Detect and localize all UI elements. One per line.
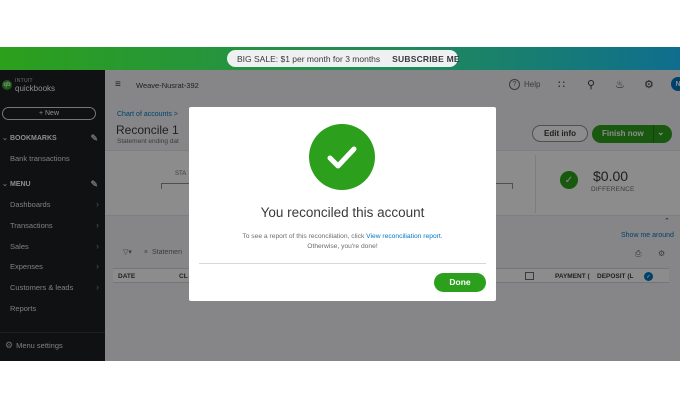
dialog-message-suffix: . xyxy=(440,233,443,240)
dialog-message: To see a report of this reconciliation, … xyxy=(189,232,496,252)
success-check-icon xyxy=(309,124,375,190)
dialog-message-prefix: To see a report of this reconciliation, … xyxy=(242,233,367,240)
dialog-divider xyxy=(199,263,486,264)
promo-pill[interactable]: BIG SALE: $1 per month for 3 months SUBS… xyxy=(227,50,460,67)
view-reconciliation-report-link[interactable]: View reconciliation report xyxy=(366,233,441,240)
dialog-message-line-2: Otherwise, you're done! xyxy=(307,243,378,250)
promo-text: BIG SALE: $1 per month for 3 months xyxy=(237,53,381,64)
reconcile-success-dialog: You reconciled this account To see a rep… xyxy=(189,107,496,301)
dialog-title: You reconciled this account xyxy=(260,205,425,220)
app-root: BIG SALE: $1 per month for 3 months SUBS… xyxy=(0,0,680,409)
dialog-message-line-1: To see a report of this reconciliation, … xyxy=(189,232,496,242)
promo-banner: BIG SALE: $1 per month for 3 months SUBS… xyxy=(0,47,680,70)
done-button[interactable]: Done xyxy=(434,273,486,292)
subscribe-button[interactable]: SUBSCRIBE ME xyxy=(386,54,460,64)
